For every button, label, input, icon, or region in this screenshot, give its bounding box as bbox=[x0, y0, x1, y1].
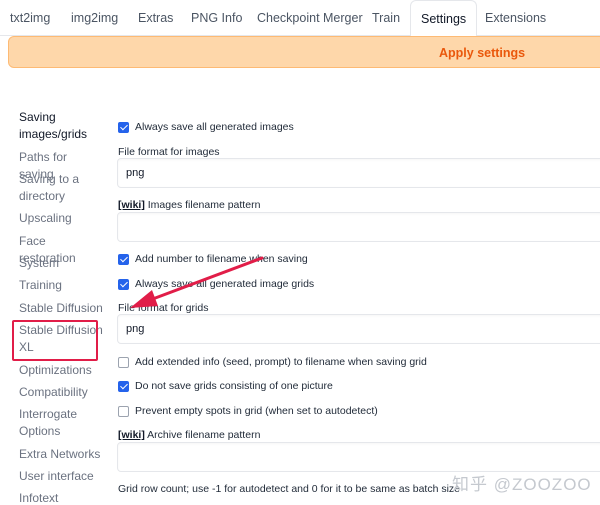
tab-extensions[interactable]: Extensions bbox=[475, 0, 556, 36]
prevent-empty-spots-option[interactable]: Prevent empty spots in grid (when set to… bbox=[118, 403, 378, 419]
sidebar-item-stable-diffusion[interactable]: Stable Diffusion bbox=[19, 300, 103, 317]
add-number-option[interactable]: Add number to filename when saving bbox=[118, 251, 308, 267]
archive-filename-pattern-text: Archive filename pattern bbox=[144, 429, 261, 441]
file-format-grids-label: File format for grids bbox=[118, 302, 209, 314]
settings-sidebar: Saving images/grids Paths for saving Sav… bbox=[0, 105, 110, 505]
sidebar-item-upscaling[interactable]: Upscaling bbox=[19, 210, 103, 227]
wiki-link[interactable]: [wiki] bbox=[118, 199, 145, 211]
grid-row-count-label: Grid row count; use -1 for autodetect an… bbox=[118, 483, 461, 495]
images-filename-pattern-text: Images filename pattern bbox=[144, 199, 261, 211]
always-save-grids-option[interactable]: Always save all generated image grids bbox=[118, 276, 314, 292]
always-save-all-images-label: Always save all generated images bbox=[135, 121, 294, 133]
sidebar-item-saving-to-a-directory[interactable]: Saving to a directory bbox=[19, 171, 103, 205]
tab-png-info[interactable]: PNG Info bbox=[181, 0, 252, 36]
tab-settings[interactable]: Settings bbox=[410, 0, 478, 37]
extended-info-checkbox[interactable] bbox=[118, 356, 129, 368]
no-single-grid-label: Do not save grids consisting of one pict… bbox=[135, 380, 333, 392]
add-number-label: Add number to filename when saving bbox=[135, 253, 308, 265]
file-format-images-label: File format for images bbox=[118, 146, 220, 158]
prevent-empty-spots-label: Prevent empty spots in grid (when set to… bbox=[135, 405, 378, 417]
file-format-grids-input[interactable]: png bbox=[117, 314, 600, 344]
tab-extras[interactable]: Extras bbox=[128, 0, 183, 36]
tab-bar: txt2img img2img Extras PNG Info Checkpoi… bbox=[0, 0, 600, 37]
sidebar-item-saving-images-grids[interactable]: Saving images/grids bbox=[19, 109, 103, 143]
tab-img2img[interactable]: img2img bbox=[61, 0, 128, 36]
images-filename-pattern-input[interactable] bbox=[117, 212, 600, 242]
images-filename-pattern-label: [wiki] Images filename pattern bbox=[118, 199, 260, 211]
file-format-images-input[interactable]: png bbox=[117, 158, 600, 188]
sidebar-item-compatibility[interactable]: Compatibility bbox=[19, 384, 103, 401]
sidebar-item-system[interactable]: System bbox=[19, 255, 103, 272]
prevent-empty-spots-checkbox[interactable] bbox=[118, 405, 129, 417]
extended-info-option[interactable]: Add extended info (seed, prompt) to file… bbox=[118, 354, 427, 370]
always-save-grids-checkbox[interactable] bbox=[118, 278, 129, 290]
always-save-grids-label: Always save all generated image grids bbox=[135, 278, 315, 290]
settings-panel: Always save all generated images File fo… bbox=[110, 105, 600, 505]
sidebar-item-extra-networks[interactable]: Extra Networks bbox=[19, 446, 103, 463]
extended-info-label: Add extended info (seed, prompt) to file… bbox=[135, 356, 427, 368]
sidebar-item-user-interface[interactable]: User interface bbox=[19, 468, 103, 485]
archive-filename-pattern-label: [wiki] Archive filename pattern bbox=[118, 429, 260, 441]
apply-settings-button[interactable]: Apply settings bbox=[9, 37, 600, 69]
apply-settings-bar: Apply settings bbox=[8, 36, 600, 68]
wiki-link[interactable]: [wiki] bbox=[118, 429, 145, 441]
no-single-grid-option[interactable]: Do not save grids consisting of one pict… bbox=[118, 378, 333, 394]
archive-filename-pattern-input[interactable] bbox=[117, 442, 600, 472]
tab-txt2img[interactable]: txt2img bbox=[0, 0, 60, 36]
sidebar-item-interrogate-options[interactable]: Interrogate Options bbox=[19, 406, 103, 440]
always-save-all-images-option[interactable]: Always save all generated images bbox=[118, 119, 294, 135]
no-single-grid-checkbox[interactable] bbox=[118, 380, 129, 392]
sidebar-item-training[interactable]: Training bbox=[19, 277, 103, 294]
sidebar-item-infotext[interactable]: Infotext bbox=[19, 490, 103, 505]
add-number-checkbox[interactable] bbox=[118, 253, 129, 265]
tab-checkpoint-merger[interactable]: Checkpoint Merger bbox=[247, 0, 373, 36]
tab-train[interactable]: Train bbox=[362, 0, 410, 36]
sidebar-item-optimizations[interactable]: Optimizations bbox=[19, 362, 103, 379]
watermark-text: 知乎 @ZOOZOO bbox=[452, 475, 592, 494]
annotation-highlight-box bbox=[12, 320, 98, 361]
always-save-all-images-checkbox[interactable] bbox=[118, 121, 129, 133]
